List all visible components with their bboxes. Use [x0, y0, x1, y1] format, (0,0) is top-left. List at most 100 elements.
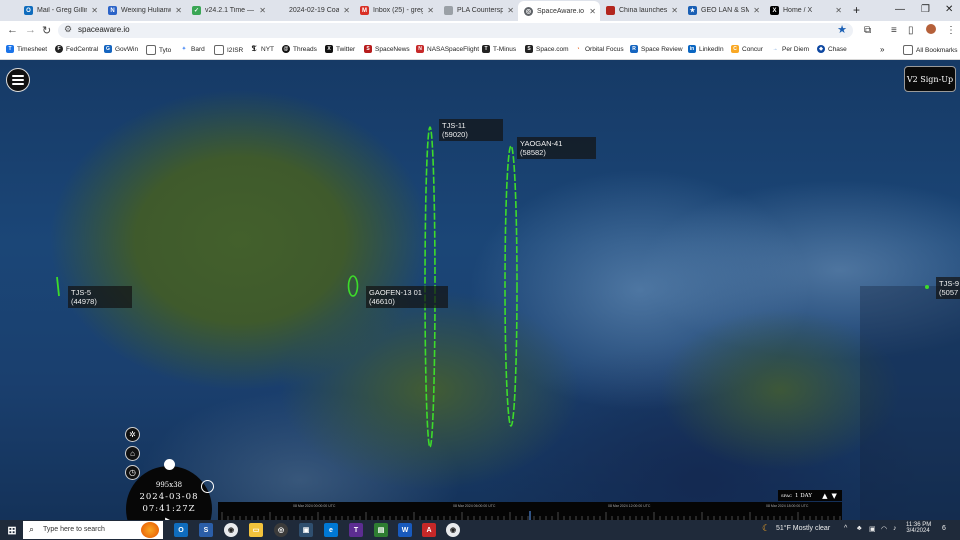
- media-icon[interactable]: ≡: [891, 25, 897, 36]
- orbit-track-gaofen-13[interactable]: [347, 275, 359, 297]
- clock-time: 07:41:27Z: [142, 504, 196, 514]
- close-icon[interactable]: ✕: [427, 6, 434, 15]
- tab-v24[interactable]: ✓ v24.2.1 Time — T ✕: [186, 2, 270, 19]
- tray-overflow-icon[interactable]: ^: [844, 525, 847, 532]
- acrobat-taskbar-icon[interactable]: A: [422, 523, 436, 537]
- forward-icon[interactable]: →: [25, 24, 36, 36]
- bookmark-nyt[interactable]: 𝕿 NYT: [250, 44, 274, 53]
- satellite-label-tjs-11[interactable]: TJS-11 (59020): [439, 119, 503, 141]
- playback-speed-selector[interactable]: SPAC 1 DAY ▲ ▼: [778, 490, 842, 501]
- bookmark-govwin[interactable]: G GovWin: [104, 45, 138, 53]
- extensions-icon[interactable]: ⧉: [864, 25, 871, 36]
- satellite-map[interactable]: TJS-5 (44978) GAOFEN-13 01 (46610) TJS-1…: [0, 60, 960, 520]
- bookmark-twitter[interactable]: X Twitter: [325, 45, 355, 53]
- speed-down-icon[interactable]: ▼: [831, 492, 836, 500]
- wifi-icon[interactable]: ◠: [881, 525, 887, 533]
- timeline-scrubber[interactable]: 08 Mar 2024 00:00:00 UTC 08 Mar 2024 06:…: [218, 502, 842, 520]
- close-icon[interactable]: ✕: [91, 6, 98, 15]
- tab-inbox[interactable]: M Inbox (25) - greg ✕: [354, 2, 438, 19]
- tab-weixing[interactable]: N Weixing Hulianwa ✕: [102, 2, 186, 19]
- bookmark-nasaspaceflight[interactable]: N NASASpaceFlight: [416, 45, 479, 53]
- weather-text[interactable]: 51°F Mostly clear: [776, 525, 830, 532]
- all-bookmarks-folder[interactable]: All Bookmarks: [903, 45, 958, 55]
- window-close-icon[interactable]: ✕: [945, 4, 953, 15]
- volume-icon[interactable]: ♪: [893, 525, 897, 532]
- close-icon[interactable]: ✕: [753, 6, 760, 15]
- bookmark-timesheet[interactable]: T Timesheet: [6, 45, 47, 53]
- app-s-taskbar-icon[interactable]: S: [199, 523, 213, 537]
- tab-mail[interactable]: O Mail - Greg Gilling ✕: [18, 2, 102, 19]
- tray-app-icon[interactable]: ♣: [857, 525, 862, 532]
- avatar[interactable]: [926, 24, 936, 34]
- app-circle-taskbar-icon[interactable]: ◎: [274, 523, 288, 537]
- outlook-taskbar-icon[interactable]: O: [174, 523, 188, 537]
- bookmark-bard[interactable]: ✦ Bard: [180, 45, 205, 53]
- bookmark-space-review[interactable]: R Space Review: [630, 45, 683, 53]
- tab-x-home[interactable]: X Home / X ✕: [764, 2, 846, 19]
- bookmark-orbital-focus[interactable]: ◔ Orbital Focus: [574, 45, 623, 53]
- sidepanel-icon[interactable]: ▯: [908, 25, 914, 36]
- browser-menu-icon[interactable]: ⋮: [946, 25, 956, 36]
- close-icon[interactable]: ✕: [343, 6, 350, 15]
- hamburger-menu-button[interactable]: [6, 68, 30, 92]
- bookmarks-overflow-icon[interactable]: »: [880, 45, 884, 54]
- site-info-icon[interactable]: ⚙: [64, 24, 72, 35]
- teams-taskbar-icon[interactable]: T: [349, 523, 363, 537]
- reload-icon[interactable]: ↻: [42, 24, 51, 37]
- bookmark-spacecom[interactable]: S Space.com: [525, 45, 569, 53]
- time-dial-knob[interactable]: [164, 459, 175, 470]
- back-icon[interactable]: ←: [7, 24, 18, 36]
- taskbar-search[interactable]: ⌕ Type here to search: [23, 521, 163, 539]
- restore-icon[interactable]: ❐: [921, 4, 930, 15]
- bookmark-chase[interactable]: ◆ Chase: [817, 45, 847, 53]
- satellite-label-yaogan-41[interactable]: YAOGAN-41 (58582): [517, 137, 596, 159]
- app-green-taskbar-icon[interactable]: ▤: [374, 523, 388, 537]
- tab-coas[interactable]: 2024-02-19 Coas ✕: [270, 2, 354, 19]
- satellite-marker-tjs-9[interactable]: [925, 285, 929, 289]
- satellite-icon[interactable]: ✲: [125, 427, 140, 442]
- close-icon[interactable]: ✕: [507, 6, 514, 15]
- time-dial-reset-ring[interactable]: [201, 480, 214, 493]
- close-icon[interactable]: ✕: [259, 6, 266, 15]
- v2-signup-button[interactable]: V2 Sign-Up: [904, 66, 956, 92]
- chrome-taskbar-icon[interactable]: ◉: [224, 523, 238, 537]
- bookmark-linkedin[interactable]: in LinkedIn: [688, 45, 724, 53]
- satellite-label-tjs-5[interactable]: TJS-5 (44978): [68, 286, 132, 308]
- network-icon[interactable]: ▣: [869, 525, 876, 533]
- new-tab-button[interactable]: +: [853, 3, 860, 17]
- bookmark-tyto[interactable]: Tyto: [146, 45, 171, 55]
- windows-start-icon[interactable]: ⊞: [5, 523, 19, 537]
- file-explorer-icon[interactable]: ▭: [249, 523, 263, 537]
- notifications-badge[interactable]: 6: [942, 525, 946, 532]
- satellite-label-tjs-9[interactable]: TJS-9 (5057: [936, 277, 960, 299]
- tab-geo[interactable]: ★ GEO LAN & SMA ✕: [682, 2, 764, 19]
- bookmark-concur[interactable]: C Concur: [731, 45, 763, 53]
- minimize-icon[interactable]: —: [895, 4, 905, 15]
- bookmark-fedcentral[interactable]: F FedCentral: [55, 45, 98, 53]
- satellite-label-gaofen-13-01[interactable]: GAOFEN-13 01 (46610): [366, 286, 448, 308]
- speed-up-icon[interactable]: ▲: [822, 492, 827, 500]
- address-bar[interactable]: ⚙ spaceaware.io ★: [58, 23, 853, 38]
- star-icon: ★: [688, 6, 697, 15]
- bookmark-spacenews[interactable]: S SpaceNews: [364, 45, 410, 53]
- edge-taskbar-icon[interactable]: e: [324, 523, 338, 537]
- tab-china[interactable]: China launches cl ✕: [600, 2, 682, 19]
- bookmark-tminus[interactable]: T T-Minus: [482, 45, 516, 53]
- bookmark-i2isr[interactable]: I2ISR: [214, 45, 243, 55]
- word-taskbar-icon[interactable]: W: [398, 523, 412, 537]
- close-icon[interactable]: ✕: [835, 6, 842, 15]
- bookmark-star-icon[interactable]: ★: [837, 23, 847, 36]
- app-window-taskbar-icon[interactable]: ▣: [299, 523, 313, 537]
- clock-tray[interactable]: 11:36 PM 3/4/2024: [906, 522, 931, 534]
- tab-spaceaware[interactable]: ◎ SpaceAware.io ✕: [518, 1, 600, 21]
- home-icon[interactable]: ⌂: [125, 446, 140, 461]
- tab-pla[interactable]: PLA Counterspac ✕: [438, 2, 518, 19]
- bookmark-threads[interactable]: @ Threads: [282, 45, 317, 53]
- close-icon[interactable]: ✕: [589, 7, 596, 16]
- chrome-alt-taskbar-icon[interactable]: ◉: [446, 523, 460, 537]
- close-icon[interactable]: ✕: [175, 6, 182, 15]
- bookmark-per-diem[interactable]: → Per Diem: [771, 45, 810, 53]
- close-icon[interactable]: ✕: [671, 6, 678, 15]
- orbit-track-tjs-5[interactable]: [56, 276, 60, 297]
- orbit-track-yaogan-41[interactable]: [504, 145, 518, 427]
